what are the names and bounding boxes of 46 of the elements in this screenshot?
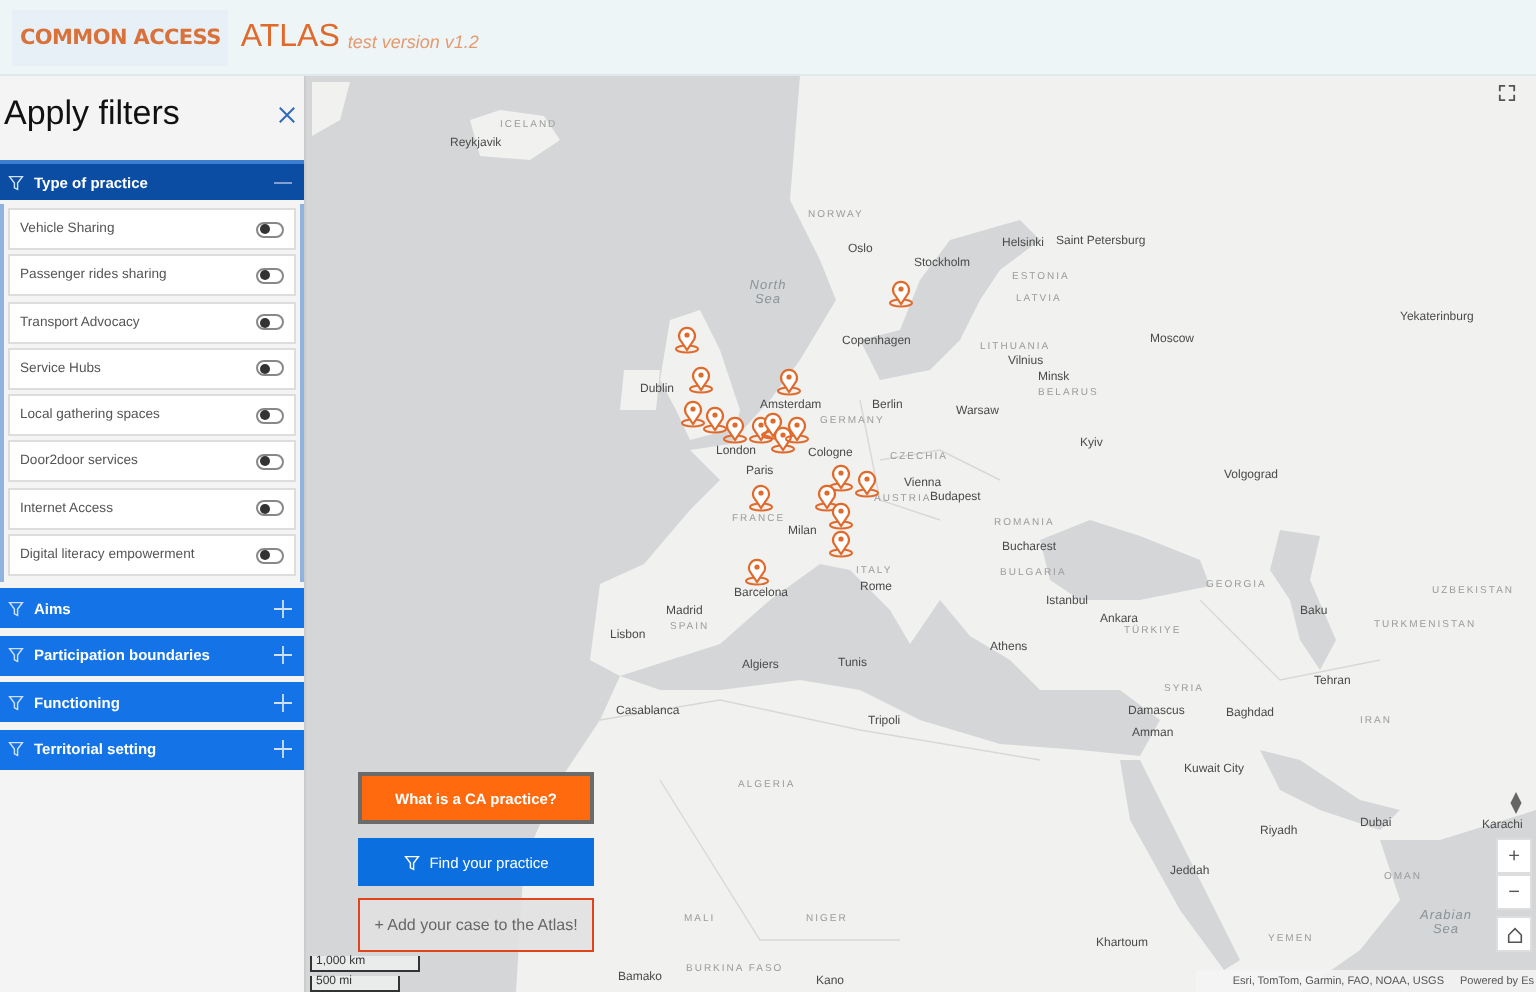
map-pin-icon[interactable] [748, 484, 774, 512]
add-case-button[interactable]: + Add your case to the Atlas! [358, 898, 594, 952]
home-button[interactable] [1496, 916, 1532, 952]
logo: COMMON ACCESS [12, 9, 229, 65]
map-pin-icon[interactable] [828, 464, 854, 492]
funnel-icon [8, 173, 24, 191]
map-pin-icon[interactable] [702, 406, 728, 434]
funnel-icon [8, 599, 24, 618]
map-pin-icon[interactable] [814, 484, 840, 512]
funnel-icon [8, 740, 24, 759]
toggle-switch[interactable] [256, 547, 284, 564]
toggle-switch[interactable] [256, 453, 284, 470]
map-pin-icon[interactable] [722, 416, 748, 444]
toggle-switch[interactable] [256, 267, 284, 284]
map-pin-icon[interactable] [784, 416, 810, 444]
funnel-icon [8, 693, 24, 712]
toggle-switch[interactable] [256, 221, 284, 237]
funnel-icon [8, 646, 24, 665]
close-icon[interactable] [278, 105, 296, 123]
fullscreen-icon[interactable] [1498, 84, 1516, 102]
map-pin-icon[interactable] [828, 530, 854, 558]
map-pin-icon[interactable] [680, 400, 706, 428]
map-pin-icon[interactable] [888, 280, 914, 308]
home-icon [1505, 925, 1523, 943]
panel-title: Apply filters [4, 94, 180, 134]
compass-icon[interactable] [1508, 792, 1524, 814]
version-label: test version v1.2 [347, 31, 479, 51]
map-pin-icon[interactable] [760, 412, 786, 440]
toggle-switch[interactable] [256, 500, 284, 517]
toggle-switch[interactable] [256, 407, 284, 424]
map-pin-icon[interactable] [828, 502, 854, 530]
app-title: ATLAS [240, 19, 340, 55]
plus-icon [274, 599, 292, 618]
map-pin-icon[interactable] [854, 470, 880, 498]
toggle-switch[interactable] [256, 360, 284, 377]
plus-icon [274, 740, 292, 759]
map-pin-icon[interactable] [776, 368, 802, 396]
plus-icon [274, 646, 292, 665]
toggle-switch[interactable] [256, 314, 284, 331]
map-pin-icon[interactable] [674, 326, 700, 354]
plus-icon [274, 693, 292, 712]
zoom-out-button[interactable]: − [1496, 874, 1532, 910]
map-pin-icon[interactable] [688, 366, 714, 394]
zoom-in-button[interactable]: + [1496, 838, 1532, 874]
funnel-icon [403, 853, 420, 871]
map-pin-icon[interactable] [744, 558, 770, 586]
